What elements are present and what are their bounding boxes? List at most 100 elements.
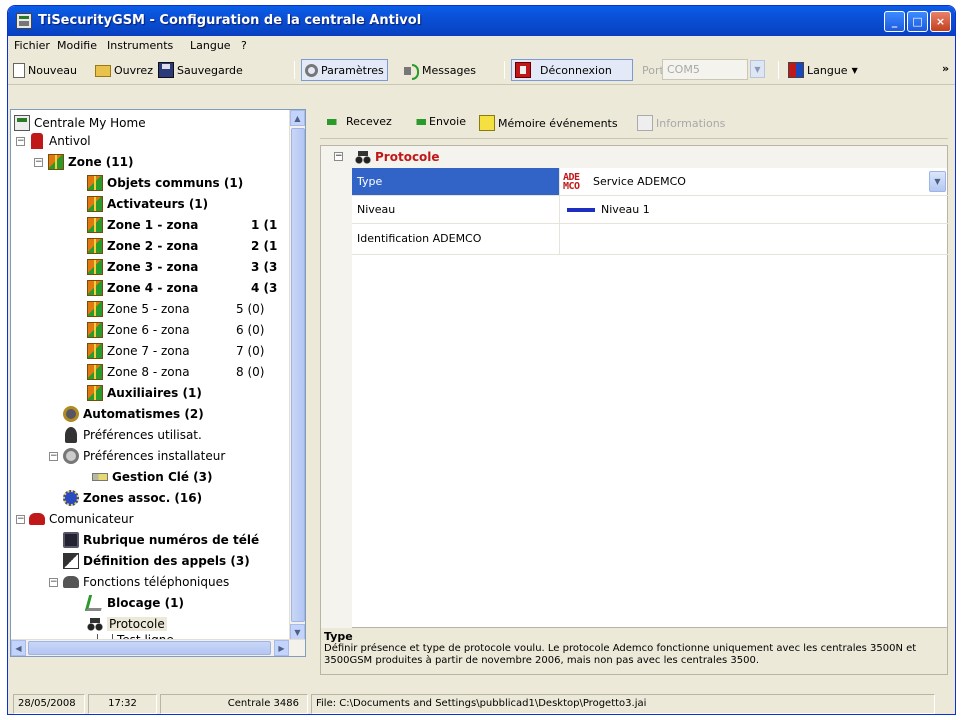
dropdown-arrow-icon[interactable]: ▼ (929, 171, 946, 192)
open-button[interactable]: Ouvrez (92, 59, 153, 81)
property-value[interactable] (561, 224, 948, 254)
tree-item-zone[interactable]: Zone (11) (48, 151, 133, 172)
open-label: Ouvrez (114, 63, 153, 77)
control-unit-icon (14, 114, 30, 131)
tree-horizontal-scrollbar[interactable]: ◀ ▶ (11, 639, 305, 656)
menu-modifie[interactable]: Modifie (57, 39, 97, 52)
tree-item-definition[interactable]: Définition des appels (3) (63, 550, 250, 571)
scroll-thumb[interactable] (291, 128, 305, 622)
wrench-icon (305, 63, 318, 77)
tree-item-zone-4[interactable]: Zone 4 - zona 4 (3 (87, 277, 292, 298)
tree-item-blocage[interactable]: Blocage (1) (84, 592, 184, 613)
property-row-identification[interactable]: Identification ADEMCO (352, 224, 948, 255)
collapse-toggle-icon[interactable]: − (334, 152, 343, 161)
tree-item-gestion-cle[interactable]: Gestion Clé (3) (92, 466, 213, 487)
status-date: 28/05/2008 (13, 694, 85, 714)
properties-toolbar: Recevez Envoie Mémoire événements Inform… (320, 109, 948, 139)
tree-item-zone-6[interactable]: Zone 6 - zona 6 (0) (87, 319, 292, 340)
disconnect-button[interactable]: Déconnexion (511, 59, 633, 81)
port-select[interactable]: COM5 (662, 59, 748, 80)
tree-label: Antivol (49, 133, 91, 148)
scroll-down-icon[interactable]: ▼ (290, 624, 305, 640)
tree-item-rubrique[interactable]: Rubrique numéros de télé (63, 529, 259, 550)
tree-label: Gestion Clé (3) (112, 469, 213, 484)
information-button[interactable]: Informations (634, 115, 725, 131)
collapse-toggle-icon[interactable]: − (34, 158, 43, 167)
collapse-toggle-icon[interactable]: − (16, 515, 25, 524)
tree-item-antivol[interactable]: Antivol (29, 130, 91, 151)
disconnect-label: Déconnexion (540, 63, 612, 77)
tree-item-zone-2[interactable]: Zone 2 - zona 2 (1 (87, 235, 292, 256)
tree-vertical-scrollbar[interactable]: ▲ ▼ (289, 110, 305, 641)
menu-langue[interactable]: Langue (190, 39, 231, 52)
scroll-up-icon[interactable]: ▲ (290, 110, 305, 126)
property-value[interactable]: Niveau 1 (561, 196, 948, 223)
receive-button[interactable]: Recevez (324, 115, 392, 128)
user-icon (65, 426, 77, 443)
tree-item-zone-7[interactable]: Zone 7 - zona 7 (0) (87, 340, 292, 361)
tree-count: 1 (1 (251, 217, 278, 232)
tree-item-zones-assoc[interactable]: Zones assoc. (16) (63, 487, 202, 508)
save-button[interactable]: Sauvegarde (155, 59, 243, 81)
title-bar[interactable]: TiSecurityGSM - Configuration de la cent… (8, 6, 955, 36)
send-button[interactable]: Envoie (407, 115, 466, 128)
tree-item-auxiliaires[interactable]: Auxiliaires (1) (87, 382, 202, 403)
tree-item-zone-8[interactable]: Zone 8 - zona 8 (0) (87, 361, 292, 382)
tree-count: 5 (0) (236, 301, 265, 316)
zone-icon (87, 195, 103, 212)
call-definition-icon (63, 552, 79, 569)
status-bar: 28/05/2008 17:32 Centrale 3486 File: C:\… (8, 690, 955, 714)
logo-text-bottom: MCO (563, 180, 580, 192)
tree-item-comunicateur[interactable]: Comunicateur (29, 508, 134, 529)
property-name: Type (352, 168, 560, 195)
property-value[interactable]: ADE MCO Service ADEMCO ▼ (561, 168, 948, 195)
tree-label: Comunicateur (49, 511, 134, 526)
tree-item-automatismes[interactable]: Automatismes (2) (63, 403, 204, 424)
messages-button[interactable]: Messages (401, 59, 476, 81)
tree-item-protocole[interactable]: Protocole (87, 613, 167, 634)
tree-item-activateurs[interactable]: Activateurs (1) (87, 193, 208, 214)
tree-item-pref-installer[interactable]: Préférences installateur (63, 445, 225, 466)
maximize-button[interactable]: □ (907, 11, 928, 32)
tree-label: Zone 5 - zona (107, 301, 190, 316)
tree-label: Blocage (1) (107, 595, 184, 610)
scroll-left-icon[interactable]: ◀ (11, 640, 26, 656)
params-button[interactable]: Paramètres (301, 59, 388, 81)
property-row-niveau[interactable]: Niveau Niveau 1 (352, 196, 948, 224)
speaker-icon (404, 64, 419, 80)
tree-label: Zone 7 - zona (107, 343, 190, 358)
tree-label: Protocole (107, 616, 167, 631)
disconnect-icon (515, 62, 531, 78)
zone-icon (87, 384, 103, 401)
tree-label: Zone 8 - zona (107, 364, 190, 379)
toolbar-overflow-icon[interactable]: » (942, 62, 949, 75)
tree-item-zone-5[interactable]: Zone 5 - zona 5 (0) (87, 298, 292, 319)
tree-item-pref-user[interactable]: Préférences utilisat. (63, 424, 202, 445)
category-row[interactable]: − Protocole (321, 146, 947, 168)
language-button[interactable]: Langue ▼ (785, 59, 858, 81)
tree-item-zone-3[interactable]: Zone 3 - zona 3 (3 (87, 256, 292, 277)
new-label: Nouveau (28, 63, 77, 77)
collapse-toggle-icon[interactable]: − (49, 578, 58, 587)
menu-fichier[interactable]: Fichier (14, 39, 50, 52)
port-dropdown-arrow-icon[interactable]: ▼ (750, 60, 765, 78)
new-button[interactable]: Nouveau (10, 59, 77, 81)
minimize-button[interactable]: _ (884, 11, 905, 32)
close-button[interactable]: × (930, 11, 951, 32)
collapse-toggle-icon[interactable]: − (49, 452, 58, 461)
property-row-type[interactable]: Type ADE MCO Service ADEMCO ▼ (352, 168, 948, 196)
memory-events-button[interactable]: Mémoire événements (476, 115, 618, 131)
scroll-right-icon[interactable]: ▶ (274, 640, 289, 656)
menu-instruments[interactable]: Instruments (107, 39, 173, 52)
zone-icon (87, 363, 103, 380)
menu-help[interactable]: ? (241, 39, 247, 52)
tree-label: Zone 2 - zona (107, 238, 199, 253)
receive-label: Recevez (346, 115, 392, 128)
scroll-thumb[interactable] (28, 641, 271, 655)
tree-item-fonctions[interactable]: Fonctions téléphoniques (63, 571, 229, 592)
tree-item-objets[interactable]: Objets communs (1) (87, 172, 243, 193)
tree-item-zone-1[interactable]: Zone 1 - zona 1 (1 (87, 214, 292, 235)
status-file-path: File: C:\Documents and Settings\pubblica… (311, 694, 935, 714)
send-arrow-icon (410, 118, 426, 125)
collapse-toggle-icon[interactable]: − (16, 137, 25, 146)
